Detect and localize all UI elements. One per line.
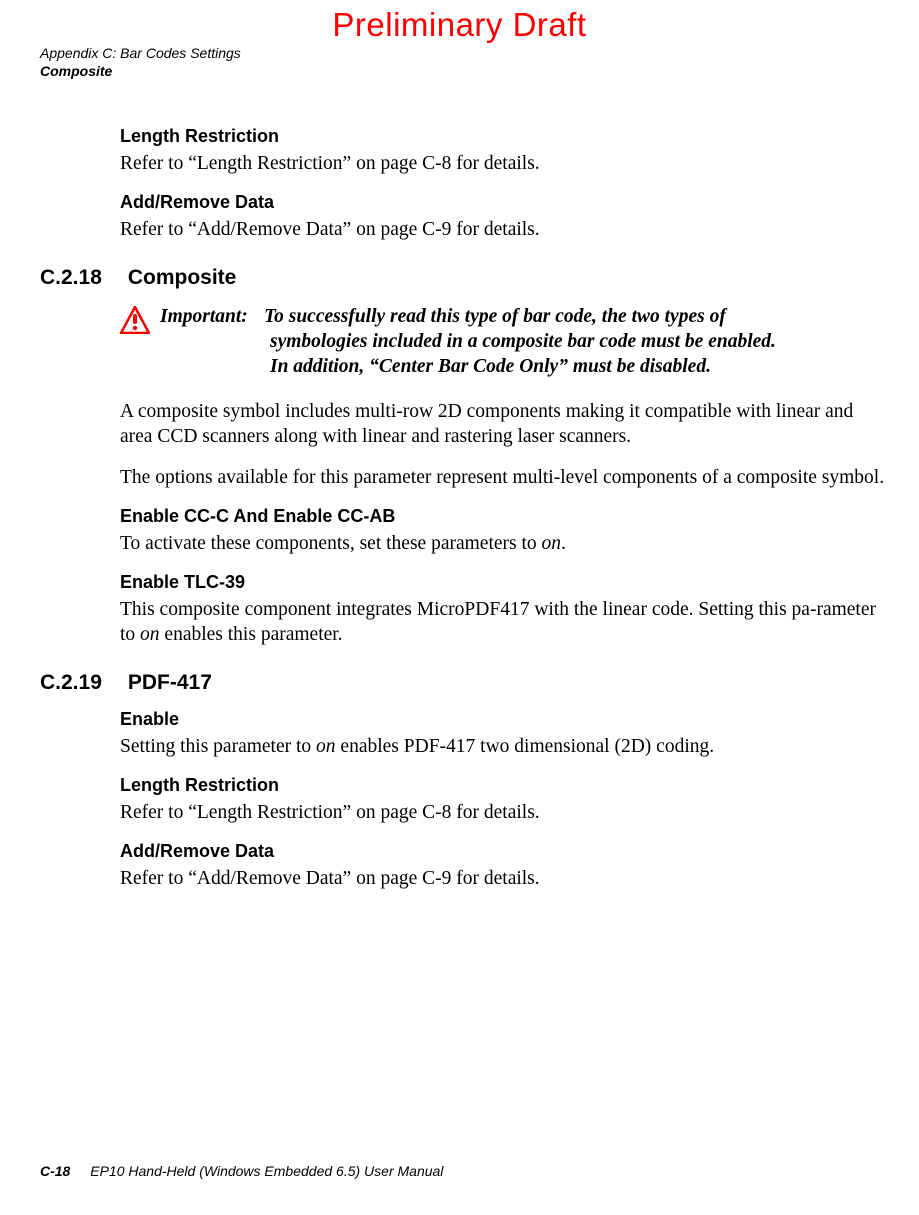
page-number: C-18 xyxy=(40,1163,70,1179)
paragraph-add-remove-data-2: Refer to “Add/Remove Data” on page C-9 f… xyxy=(120,866,889,891)
content-area: Length Restriction Refer to “Length Rest… xyxy=(120,120,889,907)
text-ccc-pre: To activate these components, set these … xyxy=(120,533,542,554)
paragraph-enable-tlc39: This composite component integrates Micr… xyxy=(120,597,889,647)
paragraph-composite-1: A composite symbol includes multi-row 2D… xyxy=(120,399,889,449)
running-header-line1: Appendix C: Bar Codes Settings xyxy=(40,44,241,62)
text-tlc-em: on xyxy=(140,624,160,645)
heading-add-remove-data-1: Add/Remove Data xyxy=(120,192,889,213)
heading-add-remove-data-2: Add/Remove Data xyxy=(120,841,889,862)
running-header: Appendix C: Bar Codes Settings Composite xyxy=(40,44,241,80)
paragraph-add-remove-data-1: Refer to “Add/Remove Data” on page C-9 f… xyxy=(120,217,889,242)
text-enable-pre: Setting this parameter to xyxy=(120,736,316,757)
section-number-pdf417: C.2.19 xyxy=(40,671,122,695)
heading-section-pdf417: C.2.19 PDF-417 xyxy=(40,671,889,695)
text-enable-post: enables PDF-417 two dimensional (2D) cod… xyxy=(336,736,715,757)
warning-icon xyxy=(120,306,150,339)
heading-length-restriction-1: Length Restriction xyxy=(120,126,889,147)
important-label: Important: xyxy=(160,304,264,329)
text-ccc-post: . xyxy=(561,533,566,554)
paragraph-enable: Setting this parameter to on enables PDF… xyxy=(120,734,889,759)
section-title-composite: Composite xyxy=(128,266,237,289)
heading-enable-tlc39: Enable TLC-39 xyxy=(120,572,889,593)
watermark-text: Preliminary Draft xyxy=(0,0,919,44)
text-tlc-post: enables this parameter. xyxy=(160,624,343,645)
important-line2: symbologies included in a composite bar … xyxy=(160,329,776,354)
heading-enable-ccc-ccab: Enable CC-C And Enable CC-AB xyxy=(120,506,889,527)
heading-length-restriction-2: Length Restriction xyxy=(120,775,889,796)
heading-enable: Enable xyxy=(120,709,889,730)
paragraph-enable-ccc: To activate these components, set these … xyxy=(120,531,889,556)
paragraph-length-restriction-2: Refer to “Length Restriction” on page C-… xyxy=(120,800,889,825)
heading-section-composite: C.2.18 Composite xyxy=(40,266,889,290)
page: Preliminary Draft Appendix C: Bar Codes … xyxy=(0,0,919,1215)
section-title-pdf417: PDF-417 xyxy=(128,671,212,694)
paragraph-composite-2: The options available for this parameter… xyxy=(120,465,889,490)
important-text: Important:To successfully read this type… xyxy=(160,304,776,379)
important-callout: Important:To successfully read this type… xyxy=(120,304,889,379)
manual-title: EP10 Hand-Held (Windows Embedded 6.5) Us… xyxy=(90,1163,443,1179)
running-header-line2: Composite xyxy=(40,62,241,80)
text-enable-em: on xyxy=(316,736,336,757)
paragraph-length-restriction-1: Refer to “Length Restriction” on page C-… xyxy=(120,151,889,176)
footer: C-18 EP10 Hand-Held (Windows Embedded 6.… xyxy=(40,1163,443,1179)
text-ccc-em: on xyxy=(542,533,562,554)
important-line1: To successfully read this type of bar co… xyxy=(264,306,726,327)
section-number-composite: C.2.18 xyxy=(40,266,122,290)
important-line3: In addition, “Center Bar Code Only” must… xyxy=(160,354,776,379)
